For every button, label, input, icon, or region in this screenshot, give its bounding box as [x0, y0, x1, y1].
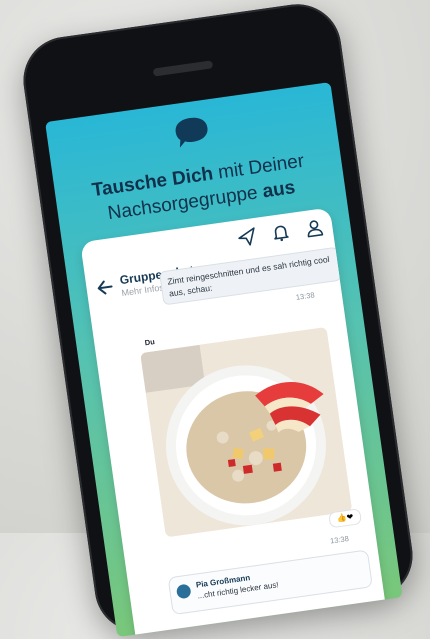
smartphone: Tausche Dich mit Deiner Nachsorgegruppe … [17, 0, 419, 638]
back-arrow-icon[interactable] [96, 278, 114, 296]
chat-bubble-icon [175, 117, 208, 148]
headline-strong-2: aus [261, 177, 297, 203]
chat-card: Gruppenchat Mehr Infos Zimt reingeschnit… [80, 207, 389, 638]
oatmeal-bowl-image [140, 327, 353, 538]
bell-icon[interactable] [269, 221, 292, 244]
reaction-badge[interactable]: 👍❤ [328, 508, 363, 529]
message-time: 13:38 [295, 290, 316, 302]
phone-speaker [152, 60, 214, 77]
oatmeal-photo[interactable] [140, 327, 353, 538]
profile-icon[interactable] [303, 216, 326, 239]
avatar [175, 583, 192, 600]
send-icon[interactable] [236, 226, 259, 249]
sender-label: Du [144, 337, 156, 348]
reply-message: Pia Großmann ...cht richtig lecker aus! [167, 549, 373, 616]
photo-time: 13:38 [329, 533, 350, 546]
screenshot-stage: Tausche Dich mit Deiner Nachsorgegruppe … [0, 0, 430, 638]
phone-screen: Tausche Dich mit Deiner Nachsorgegruppe … [45, 82, 403, 638]
